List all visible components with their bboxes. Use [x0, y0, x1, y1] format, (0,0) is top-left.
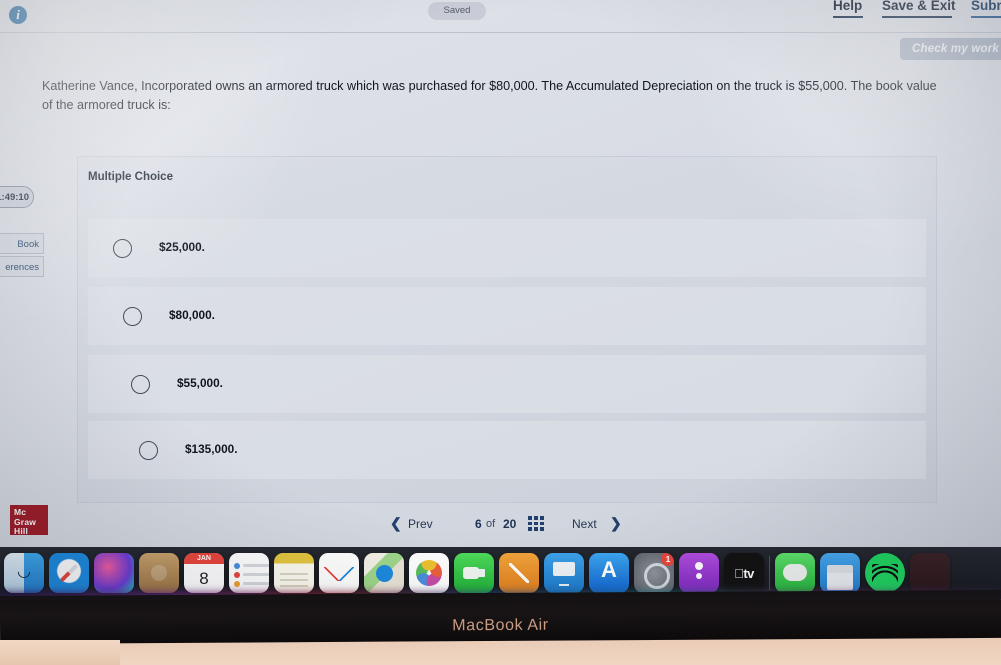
calendar-month-label: JAN — [184, 553, 224, 564]
answer-option[interactable]: $135,000. — [88, 421, 926, 479]
info-icon[interactable]: i — [9, 6, 27, 24]
dock-icon-spotify[interactable] — [865, 553, 905, 593]
answer-option[interactable]: $55,000. — [88, 355, 926, 413]
dock-icon-calendar[interactable]: JAN 8 — [184, 553, 224, 593]
header-divider — [0, 32, 1001, 33]
calendar-day-label: 8 — [199, 569, 209, 588]
dock-icon-notes[interactable] — [274, 553, 314, 593]
save-and-exit-button[interactable]: Save & Exit — [882, 0, 956, 13]
dock-icon-stocks[interactable] — [319, 553, 359, 593]
logo-line-3: Hill — [14, 526, 29, 536]
question-type-label: Multiple Choice — [88, 171, 173, 183]
next-button[interactable]: Next — [572, 517, 597, 531]
ebook-button[interactable]: Book — [0, 233, 44, 254]
question-card: Multiple Choice $25,000. $80,000. $55,00… — [78, 157, 936, 502]
dock-icon-keynote[interactable] — [544, 553, 584, 593]
notification-badge: 1 — [661, 553, 674, 566]
submit-underline — [971, 16, 1001, 18]
help-underline — [833, 16, 863, 18]
prev-button[interactable]: Prev — [408, 517, 433, 531]
answer-option-label: $25,000. — [159, 240, 205, 254]
save-exit-underline — [882, 16, 952, 18]
current-page-number: 6 — [475, 517, 482, 531]
submit-button[interactable]: Subm — [971, 0, 1001, 13]
help-button[interactable]: Help — [833, 0, 862, 13]
page-of-label: of — [486, 518, 496, 530]
dock-icon-facetime[interactable] — [454, 553, 494, 593]
references-button[interactable]: erences — [0, 256, 44, 277]
grid-icon[interactable] — [528, 516, 544, 531]
dock-icon-apple-tv[interactable]: tv — [724, 553, 764, 593]
dock-icon-contacts[interactable] — [139, 553, 179, 593]
dock-icon-reminders[interactable] — [229, 553, 269, 593]
dock-icon-system-settings[interactable]: 1 — [634, 553, 674, 593]
dock-icon-pages[interactable] — [499, 553, 539, 593]
dock-icon-safari[interactable] — [49, 553, 89, 593]
check-my-work-button[interactable]: Check my work — [900, 38, 1001, 60]
dock-icon-app-store[interactable] — [589, 553, 629, 593]
radio-button[interactable] — [131, 375, 150, 394]
answer-option-label: $80,000. — [169, 308, 215, 322]
dock-icon-partial[interactable] — [910, 553, 950, 593]
quiz-header: e i Saved Help Save & Exit Subm — [0, 0, 1001, 30]
dock-icon-mail[interactable] — [820, 553, 860, 593]
desk-surface — [0, 640, 120, 665]
radio-button[interactable] — [113, 239, 132, 258]
dock-icon-finder[interactable] — [4, 553, 44, 593]
chevron-right-icon[interactable]: ❯ — [610, 515, 622, 532]
radio-button[interactable] — [139, 441, 158, 460]
apple-tv-label: tv — [738, 565, 754, 581]
macbook-photo: e i Saved Help Save & Exit Subm Check my… — [0, 0, 1001, 665]
chevron-left-icon[interactable]: ❮ — [390, 515, 402, 532]
exam-timer: 1:49:10 — [0, 186, 34, 208]
dock-icon-maps[interactable] — [364, 553, 404, 593]
dock-separator — [769, 556, 770, 590]
radio-button[interactable] — [123, 307, 142, 326]
dock-icon-messages[interactable] — [775, 553, 815, 593]
dock-icon-podcasts[interactable] — [679, 553, 719, 593]
question-stem: Katherine Vance, Incorporated owns an ar… — [42, 79, 937, 112]
mcgraw-hill-logo: Mc Graw Hill — [10, 505, 48, 536]
answer-option-label: $135,000. — [185, 442, 238, 456]
total-pages-number: 20 — [503, 517, 517, 531]
answer-option[interactable]: $25,000. — [88, 219, 926, 277]
status-badge: Saved — [428, 2, 486, 20]
answer-option[interactable]: $80,000. — [88, 287, 926, 345]
dock-icon-siri[interactable] — [94, 553, 134, 593]
answer-option-label: $55,000. — [177, 376, 223, 390]
laptop-screen: e i Saved Help Save & Exit Subm Check my… — [0, 0, 1001, 600]
dock-icon-photos[interactable] — [409, 553, 449, 593]
